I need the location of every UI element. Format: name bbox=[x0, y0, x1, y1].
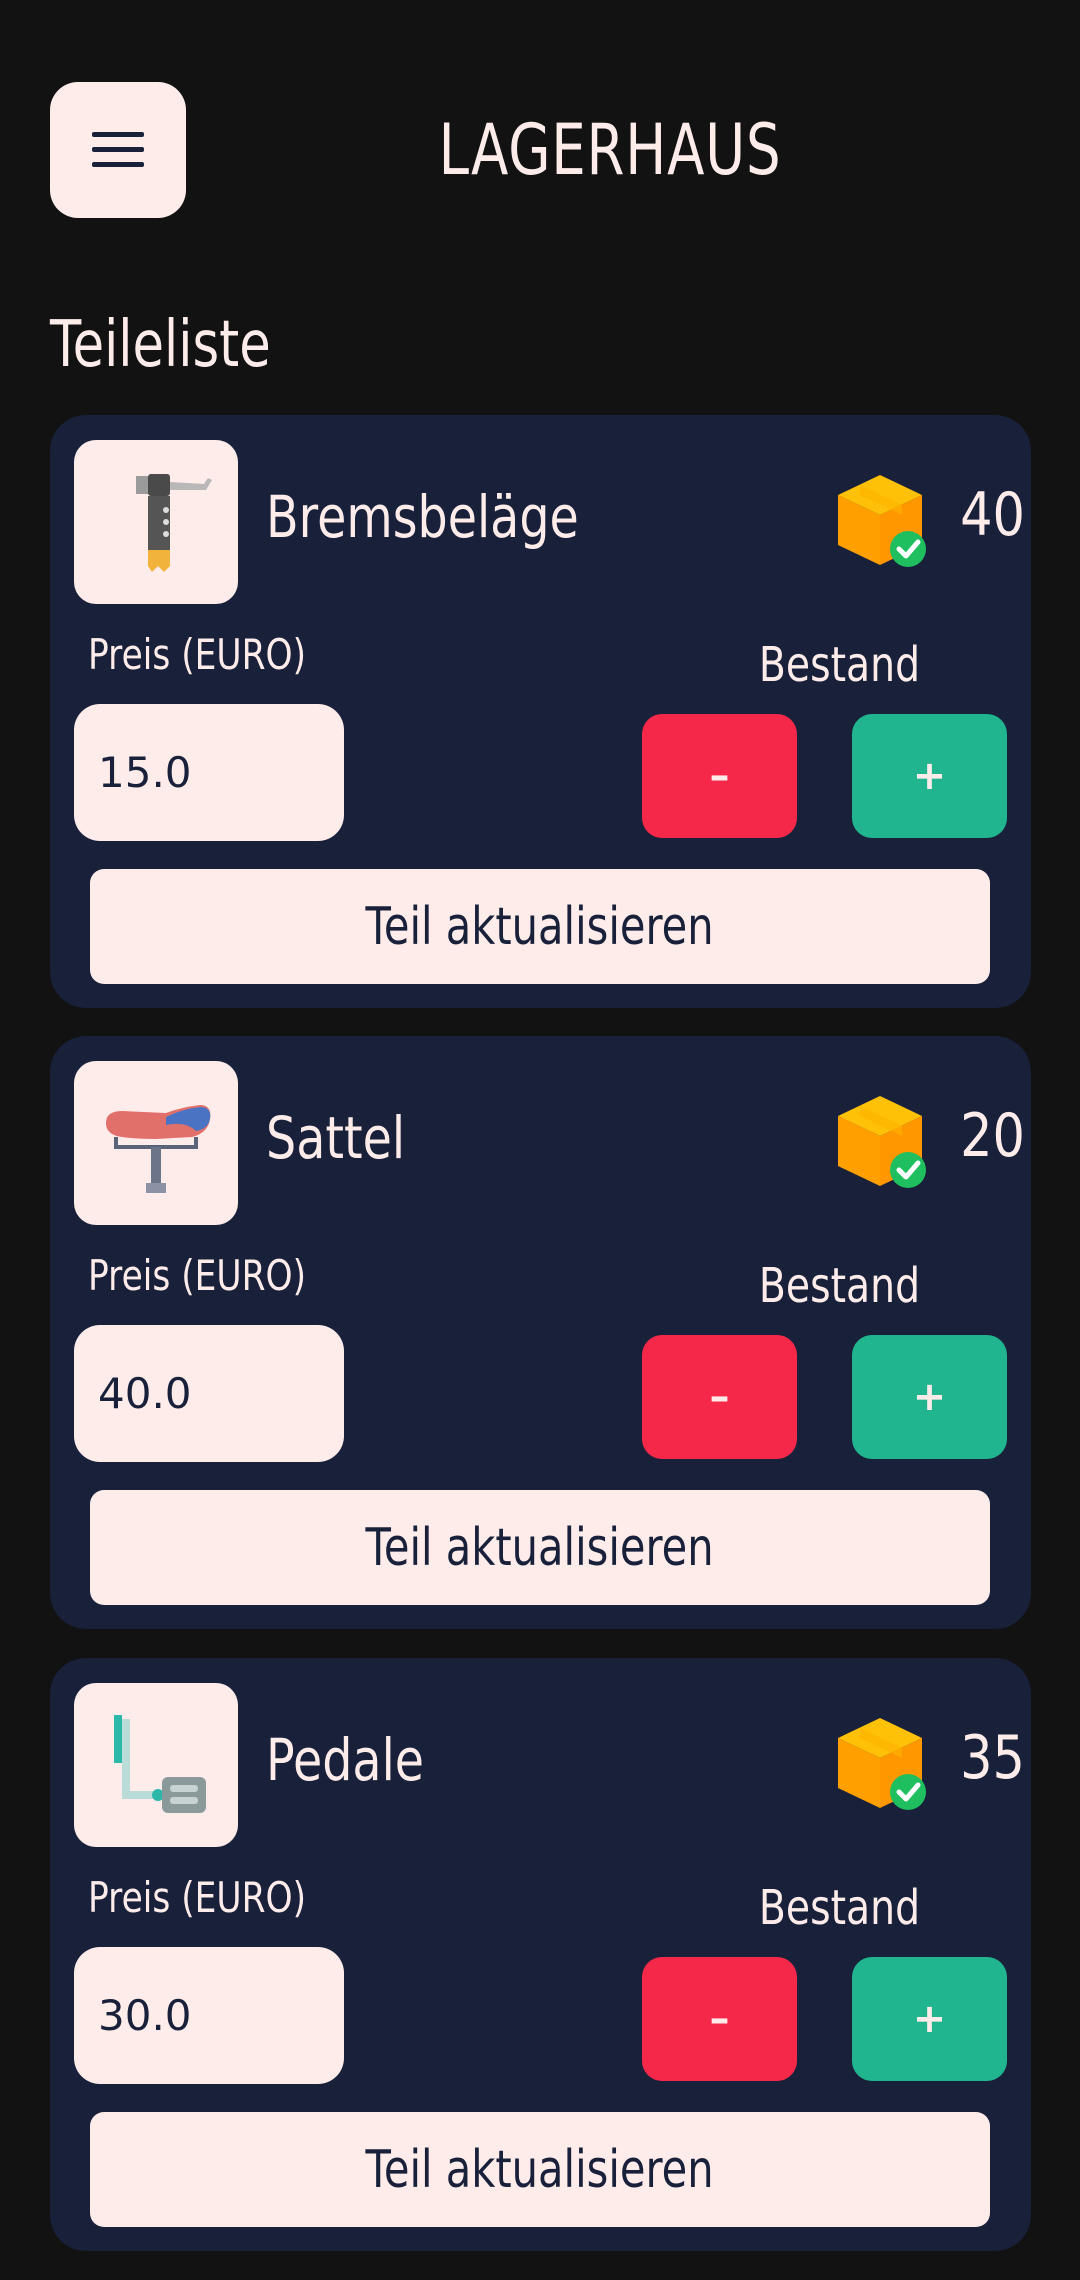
price-label: Preis (EURO) bbox=[88, 1873, 307, 1922]
plus-label: + bbox=[912, 1996, 947, 2042]
update-part-button[interactable]: Teil aktualisieren bbox=[90, 2112, 990, 2227]
update-part-button[interactable]: Teil aktualisieren bbox=[90, 869, 990, 984]
price-label: Preis (EURO) bbox=[88, 1251, 307, 1300]
part-name: Bremsbeläge bbox=[266, 483, 579, 551]
update-part-label: Teil aktualisieren bbox=[365, 2139, 715, 2200]
price-input[interactable] bbox=[74, 1947, 344, 2084]
update-part-label: Teil aktualisieren bbox=[365, 896, 715, 957]
brake-lever-icon bbox=[136, 474, 212, 572]
update-part-label: Teil aktualisieren bbox=[365, 1517, 715, 1578]
minus-label: – bbox=[709, 1996, 730, 2042]
part-name: Sattel bbox=[266, 1104, 406, 1172]
plus-label: + bbox=[912, 753, 947, 799]
stock-box-check-icon bbox=[838, 475, 926, 567]
part-thumbnail bbox=[74, 440, 238, 604]
price-input[interactable] bbox=[74, 1325, 344, 1462]
part-card: Sattel 20 Preis (EURO) Bestand – + Teil … bbox=[50, 1036, 1031, 1629]
bike-saddle-icon bbox=[106, 1105, 211, 1193]
decrease-stock-button[interactable]: – bbox=[642, 1335, 797, 1459]
stock-box-check-icon bbox=[838, 1096, 926, 1188]
increase-stock-button[interactable]: + bbox=[852, 714, 1007, 838]
update-part-button[interactable]: Teil aktualisieren bbox=[90, 1490, 990, 1605]
stock-count: 20 bbox=[960, 1101, 1025, 1171]
part-card: Pedale 35 Preis (EURO) Bestand – + Teil … bbox=[50, 1658, 1031, 2251]
decrease-stock-button[interactable]: – bbox=[642, 714, 797, 838]
part-card: Bremsbeläge 40 Preis (EURO) Bestand – + … bbox=[50, 415, 1031, 1008]
app-screen: LAGERHAUS Teileliste Bremsbeläge 40 Prei… bbox=[0, 0, 1080, 2280]
part-name: Pedale bbox=[266, 1726, 425, 1794]
stock-count: 35 bbox=[960, 1723, 1025, 1793]
minus-label: – bbox=[709, 753, 730, 799]
app-title: LAGERHAUS bbox=[438, 109, 782, 191]
increase-stock-button[interactable]: + bbox=[852, 1957, 1007, 2081]
stock-box-check-icon bbox=[838, 1718, 926, 1810]
stock-count: 40 bbox=[960, 480, 1025, 550]
hamburger-menu-icon bbox=[92, 132, 144, 167]
section-title: Teileliste bbox=[50, 308, 271, 382]
minus-label: – bbox=[709, 1374, 730, 1420]
price-input[interactable] bbox=[74, 704, 344, 841]
stock-label: Bestand bbox=[758, 637, 921, 693]
part-thumbnail bbox=[74, 1061, 238, 1225]
part-thumbnail bbox=[74, 1683, 238, 1847]
price-label: Preis (EURO) bbox=[88, 630, 307, 679]
stock-label: Bestand bbox=[758, 1880, 921, 1936]
stock-label: Bestand bbox=[758, 1258, 921, 1314]
decrease-stock-button[interactable]: – bbox=[642, 1957, 797, 2081]
menu-button[interactable] bbox=[50, 82, 186, 218]
plus-label: + bbox=[912, 1374, 947, 1420]
increase-stock-button[interactable]: + bbox=[852, 1335, 1007, 1459]
bike-pedal-icon bbox=[114, 1715, 206, 1813]
